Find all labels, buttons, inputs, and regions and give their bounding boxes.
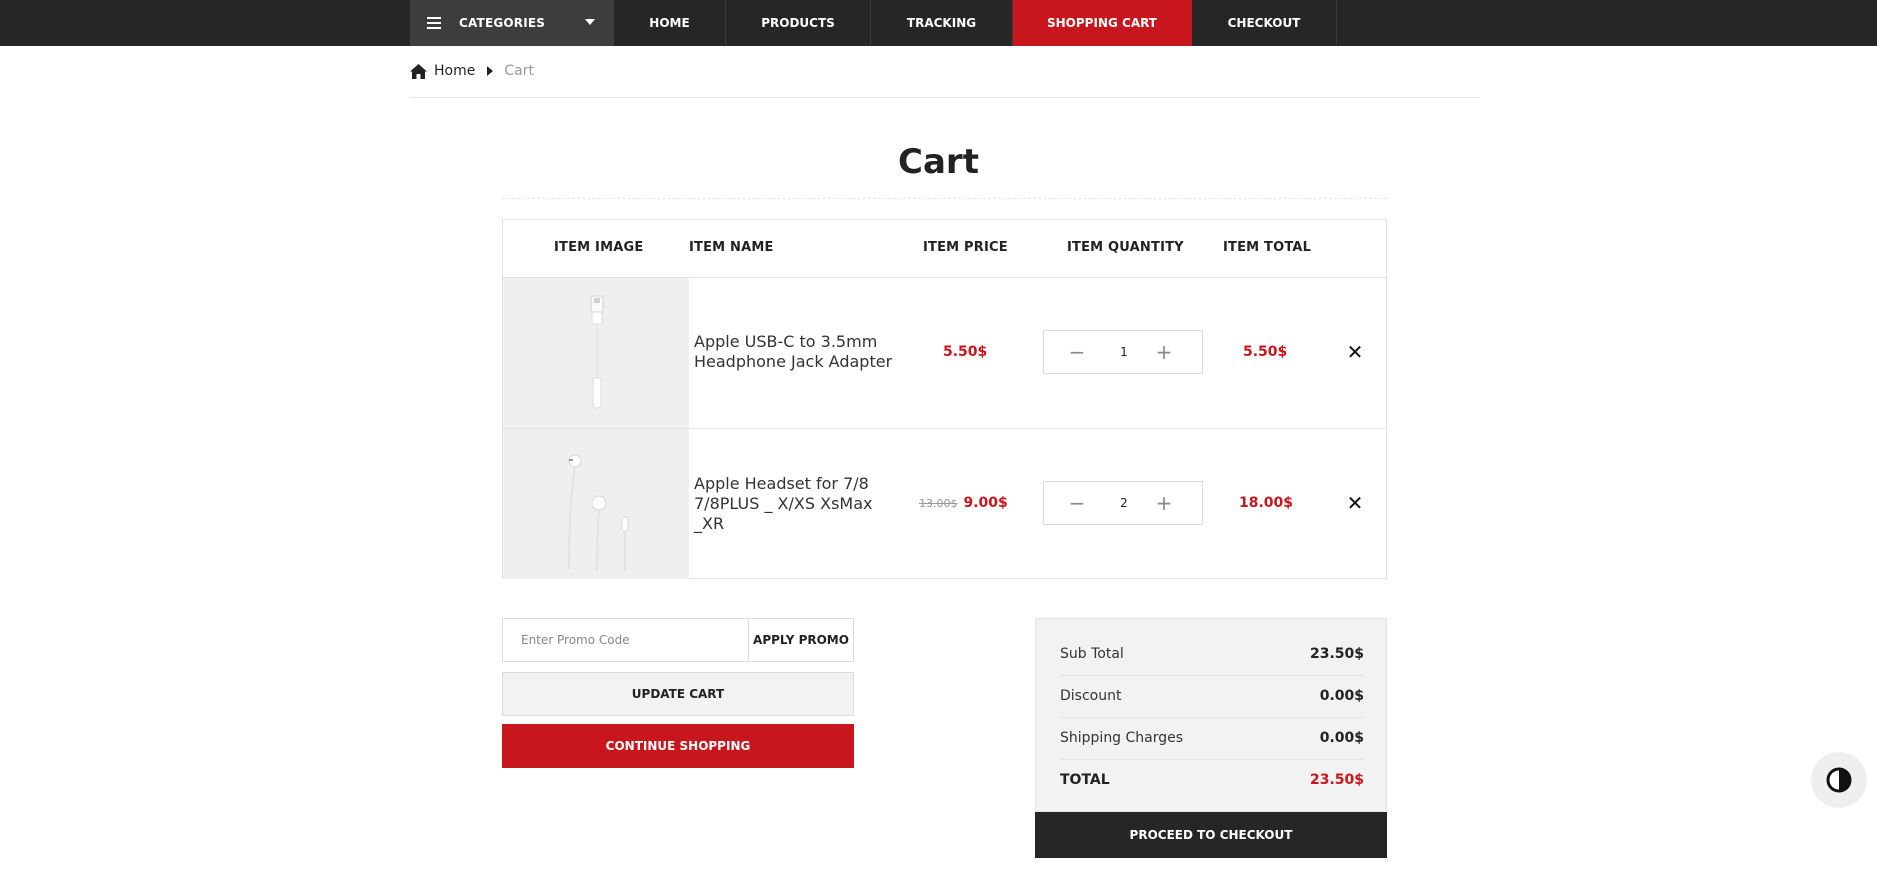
home-icon xyxy=(410,63,427,79)
plus-icon[interactable]: + xyxy=(1151,490,1177,516)
top-navbar: CATEGORIES HOME PRODUCTS TRACKING SHOPPI… xyxy=(0,0,1877,46)
table-row: Apple Headset for 7/8 7/8PLUS _ X/XS XsM… xyxy=(503,428,1386,579)
discount-row: Discount 0.00$ xyxy=(1060,675,1364,717)
item-total: 5.50$ xyxy=(1243,344,1288,360)
breadcrumb-current: Cart xyxy=(504,63,534,79)
update-cart-button[interactable]: UPDATE CART xyxy=(502,672,854,716)
shipping-label: Shipping Charges xyxy=(1060,730,1184,746)
item-name[interactable]: Apple USB-C to 3.5mm Headphone Jack Adap… xyxy=(694,332,894,372)
hamburger-icon xyxy=(427,17,441,29)
shipping-value: 0.00$ xyxy=(1319,730,1364,746)
item-price-value: 5.50$ xyxy=(943,344,988,360)
promo-form: APPLY PROMO xyxy=(502,618,854,662)
contrast-icon xyxy=(1826,767,1852,793)
cart-table: ITEM IMAGE ITEM NAME ITEM PRICE ITEM QUA… xyxy=(502,219,1387,579)
discount-value: 0.00$ xyxy=(1319,688,1364,704)
nav-tracking[interactable]: TRACKING xyxy=(871,0,1013,46)
subtotal-label: Sub Total xyxy=(1060,646,1124,662)
apply-promo-button[interactable]: APPLY PROMO xyxy=(749,619,853,661)
breadcrumb: Home Cart xyxy=(410,60,534,82)
total-row: TOTAL 23.50$ xyxy=(1060,759,1364,801)
item-name[interactable]: Apple Headset for 7/8 7/8PLUS _ X/XS XsM… xyxy=(694,474,894,534)
product-image[interactable] xyxy=(503,429,689,579)
total-label: TOTAL xyxy=(1060,772,1110,788)
item-price: 13.00$ 9.00$ xyxy=(919,495,1008,511)
earphones-image xyxy=(568,454,629,572)
quantity-stepper: − 1 + xyxy=(1043,330,1203,374)
close-icon[interactable]: ✕ xyxy=(1343,340,1367,364)
discount-label: Discount xyxy=(1060,688,1122,704)
item-price: 5.50$ xyxy=(943,344,987,360)
header-item-price: ITEM PRICE xyxy=(923,240,1008,255)
product-image[interactable] xyxy=(503,278,689,428)
quantity-stepper: − 2 + xyxy=(1043,481,1203,525)
quantity-value[interactable]: 1 xyxy=(1104,331,1144,373)
promo-code-input[interactable] xyxy=(503,619,749,661)
nav-home[interactable]: HOME xyxy=(614,0,726,46)
contrast-toggle-button[interactable] xyxy=(1811,752,1867,808)
header-item-quantity: ITEM QUANTITY xyxy=(1067,240,1184,255)
caret-right-icon xyxy=(487,66,494,76)
header-item-total: ITEM TOTAL xyxy=(1223,240,1312,255)
page-title: Cart xyxy=(898,142,979,182)
quantity-value[interactable]: 2 xyxy=(1104,482,1144,524)
caret-down-icon xyxy=(585,19,595,25)
item-total: 18.00$ xyxy=(1239,495,1294,511)
table-row: Apple USB-C to 3.5mm Headphone Jack Adap… xyxy=(503,277,1386,428)
proceed-to-checkout-button[interactable]: PROCEED TO CHECKOUT xyxy=(1035,812,1387,858)
minus-icon[interactable]: − xyxy=(1064,490,1090,516)
subtotal-value: 23.50$ xyxy=(1309,646,1364,662)
continue-shopping-button[interactable]: CONTINUE SHOPPING xyxy=(502,724,854,768)
order-summary: Sub Total 23.50$ Discount 0.00$ Shipping… xyxy=(1035,618,1387,812)
item-old-price: 13.00$ xyxy=(919,497,958,510)
shipping-row: Shipping Charges 0.00$ xyxy=(1060,717,1364,759)
minus-icon[interactable]: − xyxy=(1064,339,1090,365)
item-price-value: 9.00$ xyxy=(963,495,1008,511)
plus-icon[interactable]: + xyxy=(1151,339,1177,365)
nav-menu: CATEGORIES HOME PRODUCTS TRACKING SHOPPI… xyxy=(410,0,1337,46)
header-item-image: ITEM IMAGE xyxy=(554,240,644,255)
nav-shopping-cart[interactable]: SHOPPING CART xyxy=(1013,0,1192,46)
close-icon[interactable]: ✕ xyxy=(1343,491,1367,515)
header-item-name: ITEM NAME xyxy=(689,240,774,255)
total-value: 23.50$ xyxy=(1309,772,1364,788)
categories-label: CATEGORIES xyxy=(459,16,546,30)
categories-dropdown[interactable]: CATEGORIES xyxy=(410,0,614,46)
breadcrumb-home-link[interactable]: Home xyxy=(434,63,475,79)
nav-products[interactable]: PRODUCTS xyxy=(726,0,871,46)
usb-c-adapter-image xyxy=(590,295,604,409)
breadcrumb-divider xyxy=(410,97,1480,98)
title-divider xyxy=(502,198,1387,199)
subtotal-row: Sub Total 23.50$ xyxy=(1060,633,1364,675)
nav-checkout[interactable]: CHECKOUT xyxy=(1192,0,1337,46)
